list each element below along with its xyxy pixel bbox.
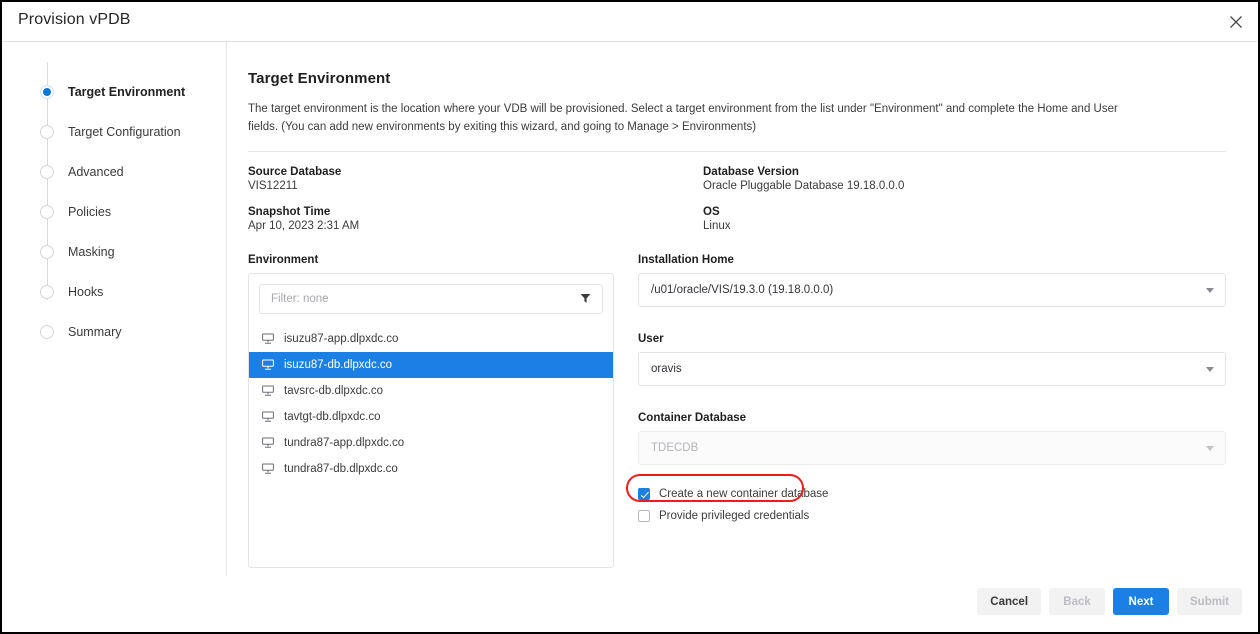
wizard-stepper: Target Environment Target Configuration …	[2, 42, 226, 576]
sidebar-item-target-environment[interactable]: Target Environment	[2, 72, 226, 112]
configuration-column: Installation Home /u01/oracle/VIS/19.3.0…	[626, 254, 1226, 568]
chevron-down-icon	[1206, 367, 1214, 372]
meta-label: OS	[703, 206, 1226, 218]
server-icon	[261, 436, 275, 450]
environment-name: isuzu87-app.dlpxdc.co	[284, 333, 398, 345]
meta-label: Snapshot Time	[248, 206, 703, 218]
provide-privileged-credentials-checkbox[interactable]: Provide privileged credentials	[638, 505, 1226, 527]
dialog-body: Target Environment Target Configuration …	[2, 42, 1258, 576]
sidebar-item-summary[interactable]: Summary	[2, 312, 226, 352]
environment-name: tundra87-db.dlpxdc.co	[284, 463, 398, 475]
environment-name: isuzu87-db.dlpxdc.co	[284, 359, 392, 371]
installation-home-select[interactable]: /u01/oracle/VIS/19.3.0 (19.18.0.0.0)	[638, 273, 1226, 307]
environment-label: Environment	[248, 254, 614, 266]
container-database-value: TDECDB	[651, 442, 698, 454]
user-label: User	[638, 333, 1226, 345]
installation-home-label: Installation Home	[638, 254, 1226, 266]
step-dot-icon	[40, 205, 54, 219]
footer-button-group: Cancel Back Next Submit	[977, 588, 1242, 615]
provision-vpdb-dialog: Provision vPDB Target Environment Target…	[0, 0, 1260, 634]
installation-home-value: /u01/oracle/VIS/19.3.0 (19.18.0.0.0)	[651, 284, 833, 296]
dialog-footer: Cancel Back Next Submit	[2, 576, 1258, 632]
filter-icon[interactable]	[580, 293, 602, 304]
step-dot-icon	[40, 125, 54, 139]
create-new-container-database-checkbox[interactable]: Create a new container database	[638, 483, 1226, 505]
step-label: Policies	[68, 205, 111, 219]
meta-os: OS Linux	[703, 206, 1226, 232]
back-button: Back	[1049, 588, 1105, 615]
checkbox-label: Create a new container database	[659, 488, 828, 500]
step-label: Hooks	[68, 285, 103, 299]
chevron-down-icon	[1206, 288, 1214, 293]
step-label: Advanced	[68, 165, 124, 179]
list-item[interactable]: isuzu87-db.dlpxdc.co	[249, 352, 613, 378]
server-icon	[261, 384, 275, 398]
environment-column: Environment Filter: none	[248, 254, 614, 568]
stepper-list: Target Environment Target Configuration …	[2, 72, 226, 352]
step-label: Target Environment	[68, 85, 185, 99]
divider	[248, 151, 1226, 152]
list-item[interactable]: tavsrc-db.dlpxdc.co	[249, 378, 613, 404]
step-dot-icon	[40, 85, 54, 99]
step-label: Summary	[68, 325, 121, 339]
sidebar-item-target-configuration[interactable]: Target Configuration	[2, 112, 226, 152]
list-item[interactable]: tundra87-app.dlpxdc.co	[249, 430, 613, 456]
meta-value: Apr 10, 2023 2:31 AM	[248, 220, 703, 232]
filter-placeholder-text: Filter: none	[260, 293, 580, 305]
list-item[interactable]: isuzu87-app.dlpxdc.co	[249, 326, 613, 352]
environment-name: tundra87-app.dlpxdc.co	[284, 437, 404, 449]
environment-filter-wrap: Filter: none	[249, 274, 613, 314]
meta-database-version: Database Version Oracle Pluggable Databa…	[703, 166, 1226, 192]
checkbox-box-icon	[638, 510, 650, 522]
step-label: Masking	[68, 245, 115, 259]
sidebar-item-advanced[interactable]: Advanced	[2, 152, 226, 192]
chevron-down-icon	[1206, 446, 1214, 451]
next-button[interactable]: Next	[1113, 588, 1169, 615]
meta-label: Database Version	[703, 166, 1226, 178]
server-icon	[261, 358, 275, 372]
server-icon	[261, 410, 275, 424]
meta-value: Linux	[703, 220, 1226, 232]
close-icon[interactable]	[1224, 10, 1248, 34]
checkbox-label: Provide privileged credentials	[659, 510, 809, 522]
submit-button: Submit	[1177, 588, 1242, 615]
environment-name: tavsrc-db.dlpxdc.co	[284, 385, 383, 397]
step-label: Target Configuration	[68, 125, 181, 139]
sidebar-item-hooks[interactable]: Hooks	[2, 272, 226, 312]
page-title: Target Environment	[248, 70, 1226, 87]
summary-metadata: Source Database VIS12211 Database Versio…	[248, 166, 1226, 232]
page-description: The target environment is the location w…	[248, 101, 1148, 137]
form-columns: Environment Filter: none	[248, 254, 1226, 568]
environment-items: isuzu87-app.dlpxdc.co isuzu87-db.dlpxdc.	[249, 326, 613, 482]
environment-name: tavtgt-db.dlpxdc.co	[284, 411, 381, 423]
step-dot-icon	[40, 245, 54, 259]
container-database-select: TDECDB	[638, 431, 1226, 465]
container-database-label: Container Database	[638, 412, 1226, 424]
user-select[interactable]: oravis	[638, 352, 1226, 386]
user-value: oravis	[651, 363, 682, 375]
meta-value: VIS12211	[248, 180, 703, 192]
main-panel: Target Environment The target environmen…	[226, 42, 1258, 576]
list-item[interactable]: tundra87-db.dlpxdc.co	[249, 456, 613, 482]
cancel-button[interactable]: Cancel	[977, 588, 1041, 615]
options-checkbox-group: Create a new container database Provide …	[638, 483, 1226, 527]
sidebar-item-masking[interactable]: Masking	[2, 232, 226, 272]
sidebar-item-policies[interactable]: Policies	[2, 192, 226, 232]
environment-listbox: Filter: none	[248, 273, 614, 568]
meta-value: Oracle Pluggable Database 19.18.0.0.0	[703, 180, 1226, 192]
list-item[interactable]: tavtgt-db.dlpxdc.co	[249, 404, 613, 430]
environment-filter-input[interactable]: Filter: none	[259, 284, 603, 314]
step-dot-icon	[40, 285, 54, 299]
meta-label: Source Database	[248, 166, 703, 178]
checkbox-box-icon	[638, 488, 650, 500]
step-dot-icon	[40, 325, 54, 339]
server-icon	[261, 332, 275, 346]
dialog-titlebar: Provision vPDB	[2, 2, 1258, 42]
step-dot-icon	[40, 165, 54, 179]
dialog-title: Provision vPDB	[18, 11, 131, 29]
server-icon	[261, 462, 275, 476]
meta-source-database: Source Database VIS12211	[248, 166, 703, 192]
meta-snapshot-time: Snapshot Time Apr 10, 2023 2:31 AM	[248, 206, 703, 232]
